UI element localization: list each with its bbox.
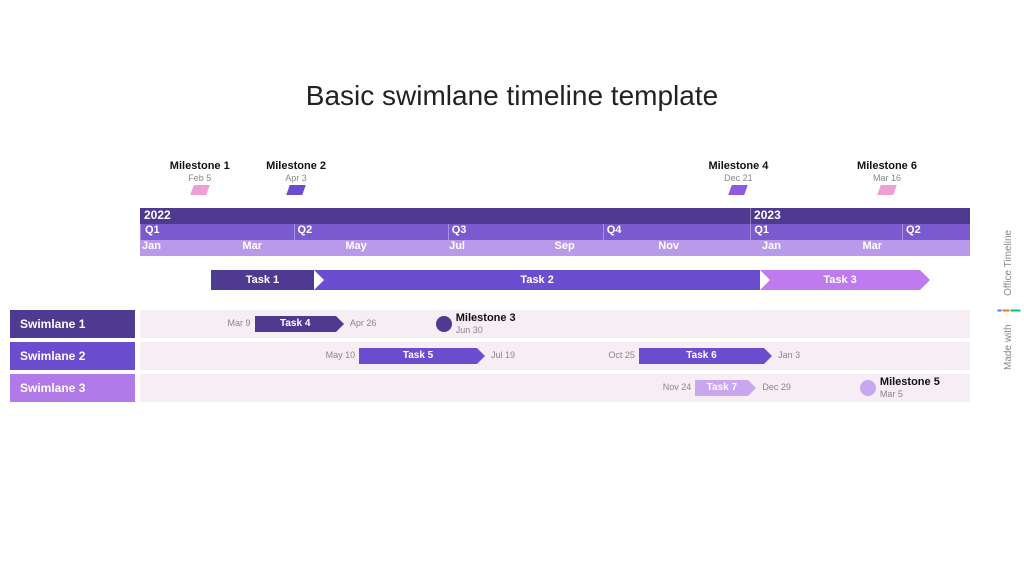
swimlane: Swimlane 3 Task 7Nov 24 Dec 29 Milestone 5M… [10,374,970,402]
milestone-label: Milestone 6 [847,160,927,172]
swimlane-label: Swimlane 2 [10,342,135,370]
quarter-row: Q1 Q2 Q3 Q4 Q1 Q2 [140,224,970,240]
task-bar: Task 3 [760,270,920,290]
swimlane: Swimlane 1 Task 4 Mar 9 Apr 26 Milestone 3Ju… [10,310,970,338]
milestone-date: Mar 16 [847,173,927,183]
month-label: Jan [140,240,161,252]
task-start-date: May 10 [326,350,356,360]
task-bar: Task 6 [639,348,764,364]
swimlane: Swimlane 2 Task 5May 10 Jul 19 Task 6 Oct 25… [10,342,970,370]
milestone-label: Milestone 2 [256,160,336,172]
quarter-label: Q1 [750,224,769,236]
task-bar: Task 7 [695,380,748,396]
milestone-label: Milestone 4 [698,160,778,172]
quarter-label: Q2 [902,224,921,236]
milestone-date: Apr 3 [256,173,336,183]
quarter-label: Q2 [294,224,313,236]
task-end-date: Jul 19 [491,350,515,360]
tasks-top: Task 1Task 2Task 3 [140,270,970,292]
milestone-label: Milestone 3 [456,312,516,324]
page-title: Basic swimlane timeline template [0,80,1024,112]
milestone-marker: Milestone 6Mar 16 [847,160,927,195]
task-start-date: Oct 25 [608,350,635,360]
milestone-date: Feb 5 [160,173,240,183]
task-bar: Task 5 [359,348,477,364]
quarter-label: Q1 [141,224,160,236]
month-label: Jan [760,240,781,252]
month-label: Jul [447,240,465,252]
year-row: 2022 2023 [140,208,970,224]
month-label: May [343,240,366,252]
swimlanes: Swimlane 1Task 4Mar 9Apr 26Milestone 3Ju… [10,310,970,406]
milestone-flag-icon [877,185,897,195]
month-label: Nov [656,240,679,252]
task-bar: Task 2 [314,270,760,290]
task-start-date: Mar 9 [228,318,251,328]
milestone-label: Milestone 1 [160,160,240,172]
task-bar: Task 1 [211,270,315,290]
year-label: 2022 [140,208,171,222]
month-row: Jan Mar May Jul Sep Nov Jan Mar [140,240,970,256]
milestones-top: Milestone 1Feb 5Milestone 2Apr 3Mileston… [140,160,970,208]
milestone-dot-icon [860,380,876,396]
milestone-marker: Milestone 4Dec 21 [698,160,778,195]
swimlane-label: Swimlane 3 [10,374,135,402]
milestone-flag-icon [286,185,306,195]
task-start-date: Nov 24 [663,382,692,392]
milestone-label: Milestone 5 [880,376,940,388]
task-end-date: Dec 29 [762,382,791,392]
month-label: Sep [553,240,575,252]
milestone-marker: Milestone 2Apr 3 [256,160,336,195]
month-label: Mar [860,240,882,252]
milestone-marker: Milestone 1Feb 5 [160,160,240,195]
made-with-label: Made with [1003,324,1014,370]
milestone-date: Mar 5 [880,389,903,399]
branding: Made with Office Timeline [1003,200,1014,400]
milestone-flag-icon [729,185,749,195]
quarter-label: Q3 [448,224,467,236]
office-timeline-logo-icon [998,309,1021,311]
month-label: Mar [240,240,262,252]
milestone-date: Jun 30 [456,325,483,335]
task-end-date: Jan 3 [778,350,800,360]
swimlane-label: Swimlane 1 [10,310,135,338]
task-end-date: Apr 26 [350,318,377,328]
year-label: 2023 [750,208,781,222]
milestone-flag-icon [190,185,210,195]
product-name: Office Timeline [1003,230,1014,296]
task-bar: Task 4 [255,316,336,332]
quarter-label: Q4 [603,224,622,236]
milestone-dot-icon [436,316,452,332]
milestone-date: Dec 21 [698,173,778,183]
